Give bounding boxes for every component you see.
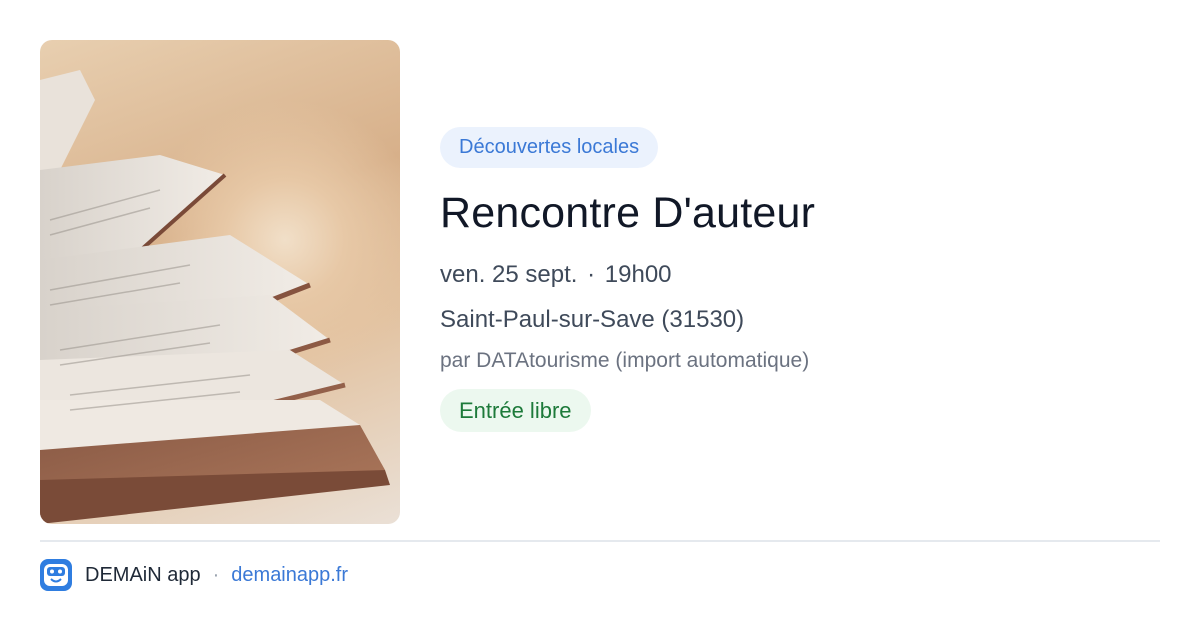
event-date: ven. 25 sept. xyxy=(440,261,578,288)
event-details: Découvertes locales Rencontre D'auteur v… xyxy=(440,127,1160,432)
event-card[interactable]: Découvertes locales Rencontre D'auteur v… xyxy=(0,0,1200,630)
app-name: DEMAiN app xyxy=(85,563,201,586)
footer-separator: · xyxy=(212,563,220,586)
event-title[interactable]: Rencontre D'auteur xyxy=(440,185,1160,241)
open-book-illustration xyxy=(40,70,390,524)
event-photo xyxy=(40,40,400,524)
event-datetime: ven. 25 sept. · 19h00 xyxy=(440,259,1160,291)
price-badge: Entrée libre xyxy=(440,389,591,432)
event-location: Saint-Paul-sur-Save (31530) xyxy=(440,306,745,333)
app-website-link[interactable]: demainapp.fr xyxy=(231,564,348,587)
footer: DEMAiN app · demainapp.fr xyxy=(40,558,348,592)
footer-divider xyxy=(40,540,1160,542)
datetime-separator: · xyxy=(587,261,596,288)
category-badge[interactable]: Découvertes locales xyxy=(440,127,659,168)
event-time: 19h00 xyxy=(604,261,672,288)
demain-app-icon xyxy=(40,559,72,591)
event-organizer: par DATAtourisme (import automatique) xyxy=(440,349,810,372)
